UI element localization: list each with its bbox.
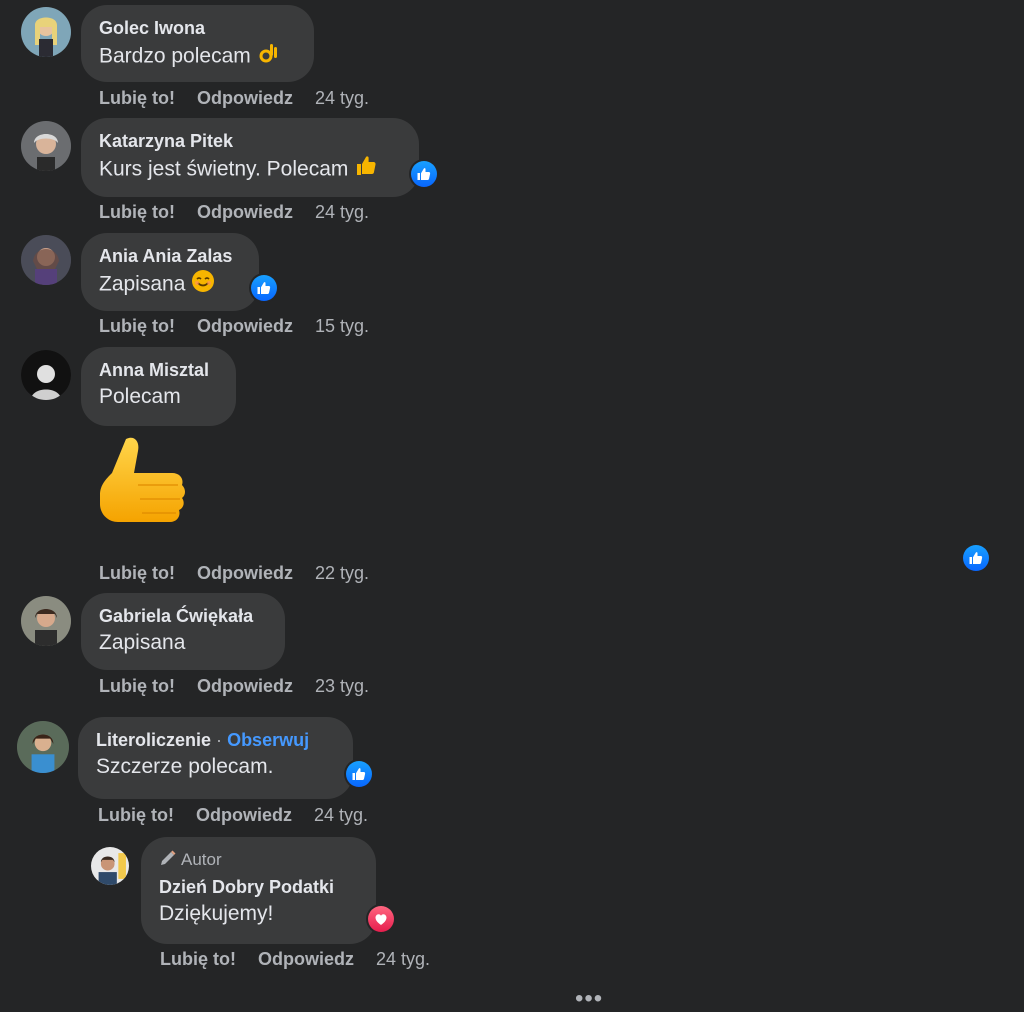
avatar[interactable] (21, 596, 71, 646)
like-reaction[interactable] (249, 273, 279, 303)
avatar[interactable] (21, 7, 71, 57)
comment-text: Zapisana (99, 272, 186, 296)
smiling-face-icon (191, 269, 215, 301)
timestamp[interactable]: 24 tyg. (376, 949, 430, 969)
heart-icon (373, 911, 389, 927)
love-reaction[interactable] (366, 904, 396, 934)
pencil-icon (159, 849, 177, 872)
comment-bubble: Autor Dzień Dobry Podatki Dziękujemy! (141, 837, 376, 944)
comment-bubble: Golec Iwona Bardzo polecam (81, 5, 314, 82)
comment-text: Zapisana (99, 631, 186, 654)
author-name[interactable]: Katarzyna Pitek (99, 130, 401, 152)
timestamp[interactable]: 24 tyg. (315, 88, 369, 108)
comment-actions: Lubię to! Odpowiedz 24 tyg. (160, 948, 430, 970)
comment-actions: Lubię to! Odpowiedz 22 tyg. (99, 562, 369, 584)
comment-text: Polecam (99, 385, 181, 408)
reply-link[interactable]: Odpowiedz (197, 316, 293, 336)
avatar[interactable] (17, 721, 69, 773)
comment-actions: Lubię to! Odpowiedz 23 tyg. (99, 675, 369, 697)
comment-bubble: Anna Misztal Polecam (81, 347, 236, 426)
thumbs-up-icon (968, 550, 984, 566)
avatar[interactable] (21, 121, 71, 171)
follow-button[interactable]: Obserwuj (227, 730, 309, 750)
comment-actions: Lubię to! Odpowiedz 24 tyg. (98, 804, 368, 826)
author-name[interactable]: Anna Misztal (99, 359, 218, 381)
thumbs-up-icon (351, 766, 367, 782)
comment-bubble: Gabriela Ćwiękała Zapisana (81, 593, 285, 670)
reply-link[interactable]: Odpowiedz (197, 88, 293, 108)
like-link[interactable]: Lubię to! (99, 88, 175, 108)
comment-text: Bardzo polecam (99, 44, 251, 68)
thumbs-up-sticker-icon[interactable] (98, 435, 188, 541)
like-reaction[interactable] (409, 159, 439, 189)
like-link[interactable]: Lubię to! (160, 949, 236, 969)
separator-dot: · (216, 730, 223, 750)
timestamp[interactable]: 23 tyg. (315, 676, 369, 696)
ok-hand-icon (257, 41, 281, 73)
reply-link[interactable]: Odpowiedz (197, 563, 293, 583)
timestamp[interactable]: 24 tyg. (315, 202, 369, 222)
timestamp[interactable]: 24 tyg. (314, 805, 368, 825)
author-name[interactable]: Ania Ania Zalas (99, 245, 241, 267)
like-reaction[interactable] (961, 543, 991, 573)
reply-link[interactable]: Odpowiedz (258, 949, 354, 969)
comment-actions: Lubię to! Odpowiedz 24 tyg. (99, 87, 369, 109)
comment-bubble: Ania Ania Zalas Zapisana (81, 233, 259, 311)
avatar[interactable] (21, 350, 71, 400)
comment-text: Kurs jest świetny. Polecam (99, 157, 349, 181)
author-name[interactable]: Literoliczenie (96, 730, 211, 750)
comment-bubble: Literoliczenie · Obserwuj Szczerze polec… (78, 717, 353, 799)
avatar[interactable] (21, 235, 71, 285)
like-reaction[interactable] (344, 759, 374, 789)
author-badge: Autor (181, 850, 222, 869)
timestamp[interactable]: 22 tyg. (315, 563, 369, 583)
comment-text: Szczerze polecam. (96, 755, 274, 778)
reply-link[interactable]: Odpowiedz (197, 676, 293, 696)
more-options-icon[interactable]: ••• (575, 987, 603, 1011)
like-link[interactable]: Lubię to! (99, 316, 175, 336)
like-link[interactable]: Lubię to! (99, 676, 175, 696)
author-name[interactable]: Gabriela Ćwiękała (99, 605, 267, 627)
comment-text: Dziękujemy! (159, 902, 274, 925)
timestamp[interactable]: 15 tyg. (315, 316, 369, 336)
comment-bubble: Katarzyna Pitek Kurs jest świetny. Polec… (81, 118, 419, 197)
author-name[interactable]: Dzień Dobry Podatki (159, 876, 358, 898)
like-link[interactable]: Lubię to! (99, 202, 175, 222)
like-link[interactable]: Lubię to! (98, 805, 174, 825)
reply-link[interactable]: Odpowiedz (197, 202, 293, 222)
reply-link[interactable]: Odpowiedz (196, 805, 292, 825)
comment-actions: Lubię to! Odpowiedz 15 tyg. (99, 315, 369, 337)
author-name[interactable]: Golec Iwona (99, 17, 296, 39)
like-link[interactable]: Lubię to! (99, 563, 175, 583)
thumbs-up-icon (416, 166, 432, 182)
thumbs-up-icon (256, 280, 272, 296)
avatar[interactable] (91, 847, 129, 885)
comment-actions: Lubię to! Odpowiedz 24 tyg. (99, 201, 369, 223)
thumbs-up-icon (354, 154, 378, 186)
